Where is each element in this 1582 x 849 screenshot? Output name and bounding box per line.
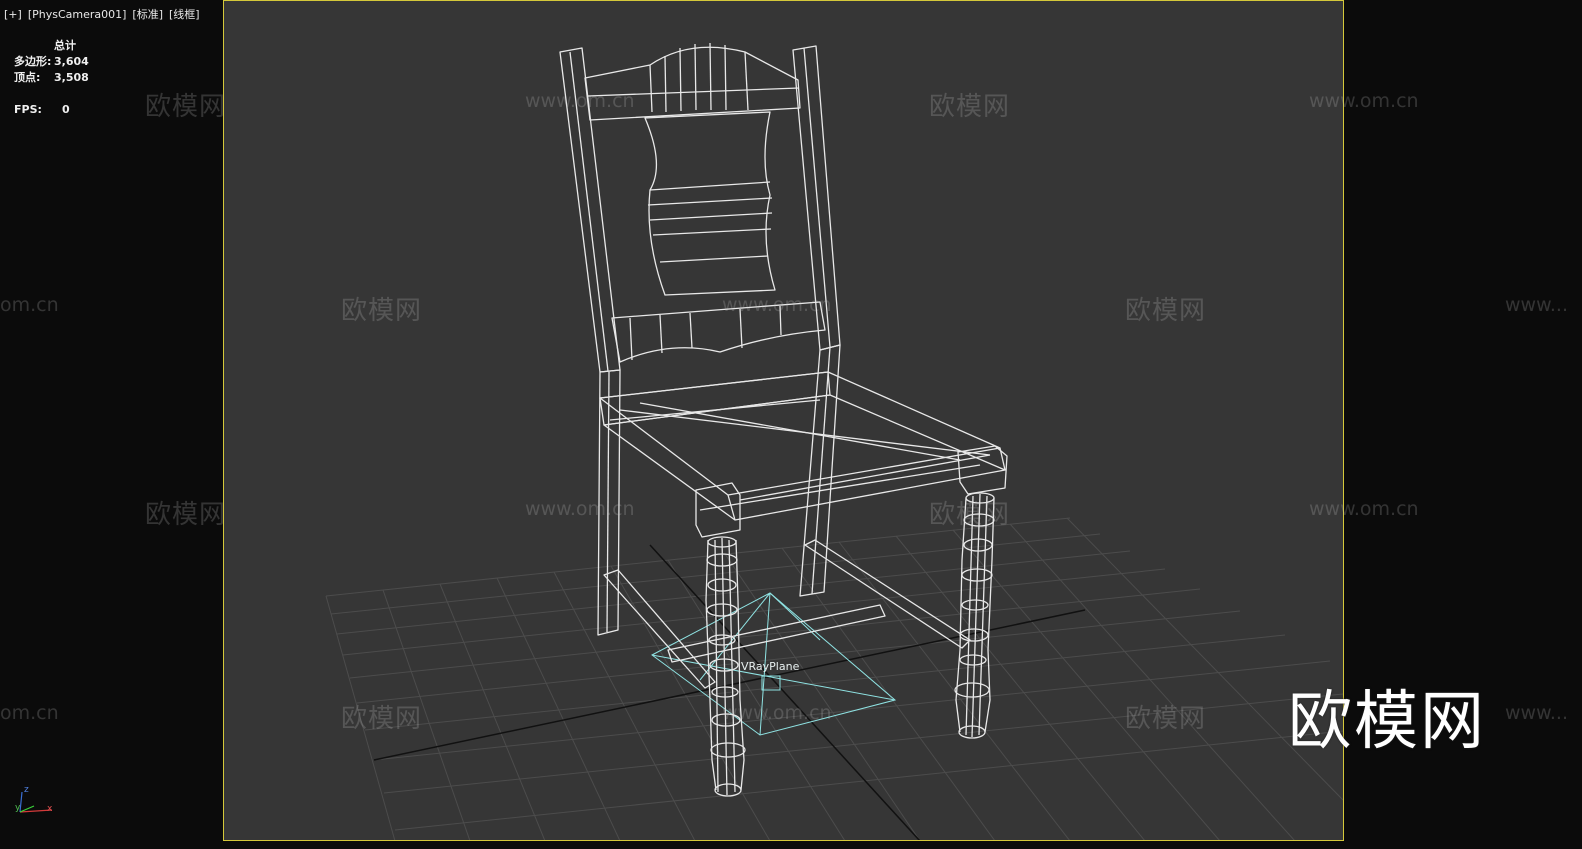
- polys-label: 多边形:: [14, 55, 52, 68]
- viewport-general-menu[interactable]: [+]: [4, 8, 22, 21]
- axis-x-label: x: [47, 804, 53, 814]
- viewport-shading-menu[interactable]: [标准]: [132, 8, 163, 21]
- fps-label: FPS:: [14, 103, 42, 116]
- axis-y-label: y: [15, 803, 21, 813]
- stats-header: 总计: [54, 39, 76, 52]
- polys-value: 3,604: [54, 55, 89, 68]
- verts-label: 顶点:: [14, 71, 41, 84]
- viewport-camera-menu[interactable]: [PhysCamera001]: [28, 8, 127, 21]
- fps-value: 0: [62, 103, 70, 116]
- vray-plane-label[interactable]: VRayPlane: [741, 660, 799, 673]
- axis-z-label: z: [24, 785, 29, 795]
- statistics-overlay: 总计 多边形: 3,604 顶点: 3,508 FPS: 0: [14, 38, 89, 118]
- viewport-display-menu[interactable]: [线框]: [169, 8, 200, 21]
- site-logo: 欧模网: [1288, 685, 1486, 759]
- viewport-label-bar: [+] [PhysCamera001] [标准] [线框]: [4, 6, 206, 22]
- chair-wireframe: [559, 42, 1008, 797]
- home-grid: [325, 517, 1343, 840]
- viewport[interactable]: 欧模网 www.om.cn 欧模网 www.om.cn om.cn 欧模网 ww…: [0, 0, 1582, 849]
- verts-value: 3,508: [54, 71, 89, 84]
